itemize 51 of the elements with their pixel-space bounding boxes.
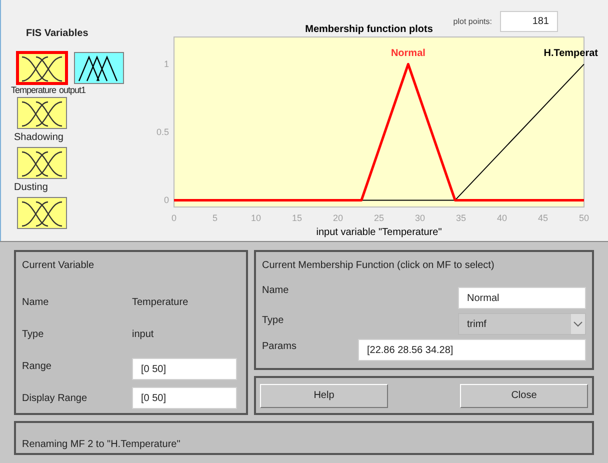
help-button[interactable]: Help (260, 384, 388, 408)
panel-title: FIS Variables (26, 27, 90, 41)
tick-label: 50 (579, 213, 589, 223)
tick-label: 0 (164, 195, 169, 206)
membership-line[interactable] (174, 62, 584, 202)
tick-label: 0 (172, 213, 176, 223)
series-label: H.Temperat (544, 48, 598, 60)
field-label: Type (262, 314, 284, 328)
tick-label: 0.5 (156, 127, 169, 138)
field-label: input (132, 328, 155, 342)
variable-label: Temperature (11, 84, 56, 96)
tick-label: 20 (333, 213, 343, 223)
text-field[interactable]: [0 50] (132, 387, 237, 409)
close-button[interactable]: Close (460, 384, 588, 408)
series-label: Normal (390, 48, 426, 60)
curves-icon[interactable] (16, 51, 68, 85)
tick-label: 25 (374, 213, 384, 223)
text-field[interactable]: [22.86 28.56 34.28] (358, 339, 586, 361)
tick-label: 5 (212, 213, 218, 223)
tick-label: 15 (292, 213, 302, 223)
variable-label: Dusting (14, 181, 49, 195)
tick-label: 45 (538, 213, 548, 223)
status-text: Renaming MF 2 to "H.Temperature" (22, 439, 180, 450)
tick-label: 40 (497, 213, 507, 223)
chevron-down-icon (571, 314, 585, 334)
field-label: Name (262, 284, 289, 298)
field-label: Temperature (132, 296, 190, 310)
axis-label: input variable "Temperature" (316, 227, 442, 238)
plot-title: Membership function plots (305, 24, 433, 35)
field-label: Display Range (22, 392, 88, 406)
triangles-icon[interactable] (73, 51, 125, 85)
plot-points-field[interactable]: 181 (500, 11, 558, 32)
curves-icon[interactable] (16, 146, 68, 180)
field-label: Name (22, 296, 50, 310)
panel-title: Current Variable (22, 259, 96, 273)
curves-icon[interactable] (16, 96, 68, 130)
tick-label: 35 (456, 213, 466, 223)
field-label: Type (22, 328, 45, 342)
variable-label: Shadowing (14, 131, 64, 145)
plot-points-label: plot points: (453, 16, 492, 28)
tick-label: 1 (164, 59, 169, 70)
type-dropdown[interactable]: trimf (458, 313, 586, 335)
field-label: Params (262, 340, 296, 354)
curves-icon[interactable] (16, 196, 68, 230)
field-label: Range (22, 360, 52, 374)
variable-label: output1 (59, 84, 86, 96)
tick-label: 10 (251, 213, 261, 223)
panel-title: Current Membership Function (click on MF to select) (262, 259, 496, 273)
text-field[interactable]: Normal (458, 287, 586, 309)
tick-label: 30 (415, 213, 425, 223)
text-field[interactable]: [0 50] (132, 358, 237, 380)
